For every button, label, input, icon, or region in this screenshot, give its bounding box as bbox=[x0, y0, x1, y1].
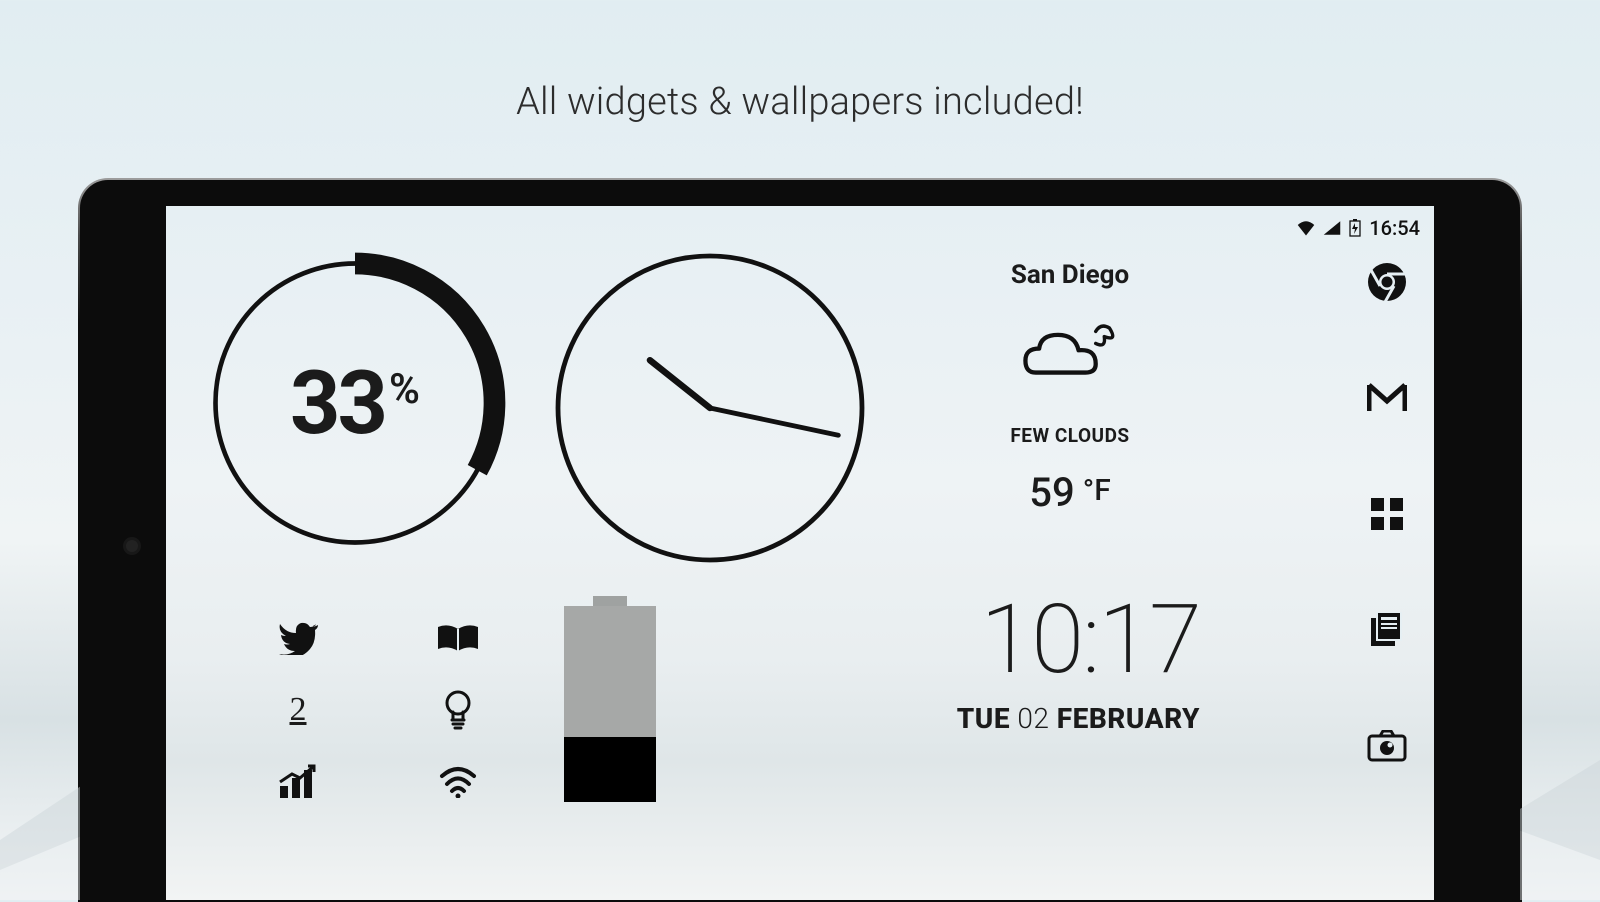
tablet-frame: 16:54 33 % San Diego bbox=[80, 180, 1520, 900]
status-time: 16:54 bbox=[1369, 216, 1420, 240]
chart-icon[interactable] bbox=[218, 752, 378, 812]
battery-status-icon bbox=[1349, 219, 1361, 237]
weather-widget[interactable]: San Diego FEW CLOUDS 59 °F bbox=[930, 260, 1210, 516]
screen: 16:54 33 % San Diego bbox=[166, 206, 1434, 900]
wifi-icon bbox=[1297, 220, 1315, 236]
chrome-icon[interactable] bbox=[1367, 262, 1407, 302]
cloud-night-icon bbox=[1010, 318, 1130, 398]
app-drawer-icon[interactable] bbox=[1367, 494, 1407, 534]
digital-time: 10:17 bbox=[760, 592, 1200, 688]
digital-date: TUE 02 FEBRUARY bbox=[760, 702, 1200, 735]
gmail-icon[interactable] bbox=[1367, 378, 1407, 418]
digital-clock-widget[interactable]: 10:17 TUE 02 FEBRUARY bbox=[760, 592, 1200, 735]
weather-temp-value: 59 bbox=[1029, 469, 1074, 516]
front-camera bbox=[126, 540, 138, 552]
number-two-icon[interactable]: 2 bbox=[218, 680, 378, 740]
battery-ring-value: 33 bbox=[290, 352, 385, 455]
book-icon[interactable] bbox=[378, 608, 538, 668]
battery-ring-widget[interactable]: 33 % bbox=[200, 248, 510, 558]
promo-headline: All widgets & wallpapers included! bbox=[0, 80, 1600, 124]
news-icon[interactable] bbox=[1367, 610, 1407, 650]
wifi-icon[interactable] bbox=[378, 752, 538, 812]
analog-clock-widget[interactable] bbox=[550, 248, 870, 568]
app-column-right bbox=[1356, 262, 1418, 766]
shortcut-grid: 2 bbox=[218, 608, 538, 812]
battery-level-widget[interactable] bbox=[564, 606, 656, 802]
twitter-icon[interactable] bbox=[218, 608, 378, 668]
lightbulb-icon[interactable] bbox=[378, 680, 538, 740]
weather-description: FEW CLOUDS bbox=[930, 424, 1210, 447]
cell-signal-icon bbox=[1323, 220, 1341, 236]
camera-icon[interactable] bbox=[1367, 726, 1407, 766]
status-bar: 16:54 bbox=[1297, 216, 1420, 240]
weather-city: San Diego bbox=[930, 260, 1210, 290]
battery-ring-unit: % bbox=[389, 365, 420, 414]
weather-temp-unit: °F bbox=[1083, 473, 1111, 508]
